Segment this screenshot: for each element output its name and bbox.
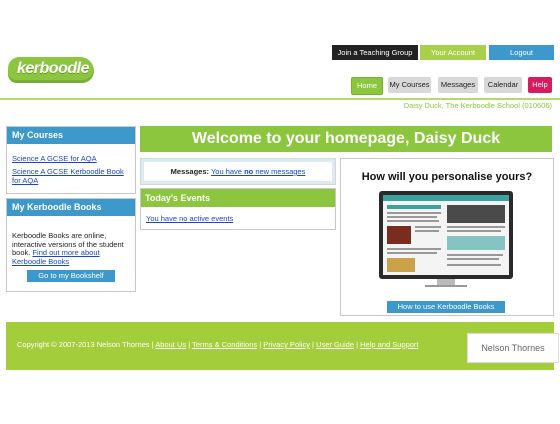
todays-events-panel: Today's Events You have no active events — [140, 188, 336, 230]
user-school-label: Daisy Duck, The Kerboodle School (010606… — [403, 101, 552, 110]
join-teaching-group-button[interactable]: Join a Teaching Group — [332, 45, 418, 60]
messages-pre: You have — [210, 167, 245, 176]
copyright-text: Copyright © 2007-2013 Nelson Thornes — [17, 340, 150, 349]
footer-link-privacy[interactable]: Privacy Policy — [263, 340, 310, 349]
nav-help[interactable]: Help — [528, 77, 552, 93]
monitor-image — [379, 191, 513, 287]
todays-events-title: Today's Events — [141, 189, 335, 207]
kerboodle-logo[interactable]: kerboodle — [8, 57, 94, 83]
kerboodle-books-panel: My Kerboodle Books Kerboodle Books are o… — [6, 198, 136, 292]
messages-box: Messages: You have no new messages — [140, 158, 336, 185]
header-divider — [0, 98, 560, 100]
course-link[interactable]: Science A GCSE for AQA — [12, 154, 97, 163]
how-to-use-books-button[interactable]: How to use Kerboodle Books — [387, 301, 505, 313]
logo-text: kerboodle — [17, 60, 89, 77]
go-to-bookshelf-button[interactable]: Go to my Bookshelf — [27, 270, 115, 282]
messages-post: new messages — [253, 167, 306, 176]
messages-link[interactable]: You have no new messages — [211, 167, 305, 176]
footer-text: Copyright © 2007-2013 Nelson Thornes | A… — [17, 340, 419, 349]
my-courses-panel: My Courses Science A GCSE for AQA Scienc… — [6, 126, 136, 194]
footer-link-help-support[interactable]: Help and Support — [360, 340, 418, 349]
welcome-banner: Welcome to your homepage, Daisy Duck — [140, 126, 552, 152]
nelson-thornes-logo[interactable]: Nelson Thornes — [467, 333, 559, 363]
my-courses-title: My Courses — [7, 127, 135, 144]
footer-link-terms[interactable]: Terms & Conditions — [192, 340, 257, 349]
messages-count: no — [244, 167, 254, 176]
personalise-promo: How will you personalise yours? How to u… — [340, 158, 554, 316]
events-link[interactable]: You have no active events — [146, 214, 233, 223]
nav-my-courses[interactable]: My Courses — [388, 77, 431, 93]
footer-link-user-guide[interactable]: User Guide — [316, 340, 354, 349]
promo-title: How will you personalise yours? — [361, 171, 533, 183]
book-screenshot — [383, 195, 509, 275]
your-account-button[interactable]: Your Account — [420, 45, 486, 60]
messages-label: Messages: — [170, 167, 210, 176]
nav-calendar[interactable]: Calendar — [484, 77, 522, 93]
footer-link-about-us[interactable]: About Us — [155, 340, 186, 349]
logout-button[interactable]: Logout — [489, 45, 554, 60]
nav-home[interactable]: Home — [351, 77, 383, 95]
kerboodle-books-title: My Kerboodle Books — [7, 199, 135, 216]
course-link[interactable]: Science A GCSE Kerboodle Book for AQA — [12, 167, 124, 185]
nav-messages[interactable]: Messages — [438, 77, 478, 93]
